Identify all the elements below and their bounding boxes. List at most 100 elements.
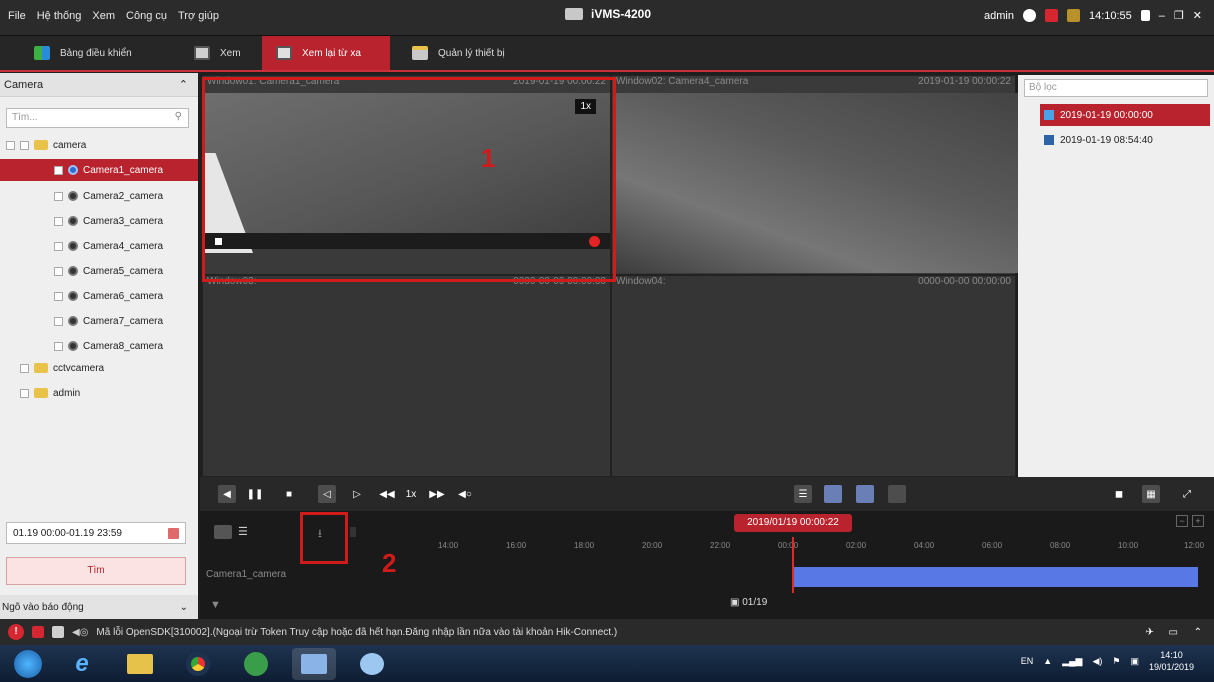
filter-input[interactable]: Bộ lọc bbox=[1024, 79, 1208, 97]
user-name[interactable]: admin bbox=[984, 10, 1014, 22]
tray-arrow-icon[interactable]: ▲ bbox=[1043, 656, 1052, 666]
zoom-out-icon[interactable]: − bbox=[1176, 515, 1188, 527]
tree-folder-cctvcamera[interactable]: cctvcamera bbox=[0, 357, 198, 379]
tray-clock[interactable]: 14:10 19/01/2019 bbox=[1149, 649, 1194, 673]
calendar-icon[interactable] bbox=[168, 527, 179, 539]
step-back-icon[interactable]: ◁ bbox=[318, 485, 336, 503]
recording-segment[interactable] bbox=[792, 567, 1198, 587]
camera-search-input[interactable]: Tìm... ⚲ bbox=[6, 108, 189, 128]
checkbox[interactable] bbox=[54, 241, 63, 251]
tree-camera-4[interactable]: Camera4_camera bbox=[0, 235, 198, 257]
pause-icon[interactable]: ❚❚ bbox=[246, 485, 264, 503]
timeline[interactable]: ☰ ⭳ 2019/01/19 00:00:22 − + 14:00 16:00 … bbox=[200, 511, 1214, 619]
tree-camera-2[interactable]: Camera2_camera bbox=[0, 185, 198, 207]
record-item[interactable]: 2019-01-19 08:54:40 bbox=[1040, 129, 1210, 151]
sidebar-header[interactable]: Camera ⌃ bbox=[0, 73, 198, 97]
signal-icon[interactable]: ▂▄▆ bbox=[1062, 656, 1082, 667]
volume-icon[interactable]: ◀○ bbox=[456, 485, 474, 503]
alarm-icon[interactable] bbox=[1044, 9, 1058, 22]
checkbox[interactable] bbox=[54, 291, 63, 301]
tree-folder-admin[interactable]: admin bbox=[0, 382, 198, 404]
tree-root[interactable]: camera bbox=[0, 134, 198, 156]
taskbar-ivms[interactable] bbox=[292, 648, 336, 680]
bookmark-icon[interactable] bbox=[350, 527, 356, 537]
tree-camera-3[interactable]: Camera3_camera bbox=[0, 210, 198, 232]
video-window-4[interactable]: Window04: 0000-00-00 00:00:00 bbox=[611, 275, 1016, 477]
reverse-icon[interactable]: ◀ bbox=[218, 485, 236, 503]
menu-tools[interactable]: Công cụ bbox=[126, 10, 167, 22]
video-feed[interactable] bbox=[614, 93, 1018, 273]
menu-system[interactable]: Hệ thống bbox=[37, 10, 82, 22]
date-selector[interactable]: ▣ 01/19 bbox=[730, 597, 767, 608]
video-window-2[interactable]: Window02: Camera4_camera 2019-01-19 00:0… bbox=[611, 75, 1018, 275]
taskbar-paint[interactable] bbox=[350, 648, 394, 680]
checkbox[interactable] bbox=[20, 388, 29, 398]
close-icon[interactable]: ✕ bbox=[1193, 9, 1202, 22]
stop-icon[interactable]: ■ bbox=[280, 485, 298, 503]
collapse-icon[interactable]: ⌃ bbox=[1194, 627, 1202, 638]
list-icon[interactable]: ☰ bbox=[794, 485, 812, 503]
window-icon[interactable]: ▭ bbox=[1169, 627, 1178, 638]
filter-icon[interactable]: ▼ bbox=[210, 599, 221, 611]
atm-icon[interactable] bbox=[824, 485, 842, 503]
video-window-3[interactable]: Window03: 0000-00-00 00:00:00 bbox=[202, 275, 611, 477]
pos-icon[interactable] bbox=[856, 485, 874, 503]
pin-icon[interactable]: ✈ bbox=[1146, 627, 1154, 638]
fast-icon[interactable]: ▶▶ bbox=[428, 485, 446, 503]
minimize-icon[interactable]: – bbox=[1159, 10, 1165, 22]
menu-help[interactable]: Trợ giúp bbox=[178, 10, 219, 22]
speaker-icon[interactable]: ◀◎ bbox=[72, 627, 88, 638]
checkbox[interactable] bbox=[54, 341, 63, 351]
tree-camera-8[interactable]: Camera8_camera bbox=[0, 335, 198, 357]
playhead[interactable] bbox=[792, 537, 794, 593]
zoom-in-icon[interactable]: + bbox=[1192, 515, 1204, 527]
image-icon[interactable] bbox=[52, 626, 64, 638]
volume-icon[interactable]: ◀) bbox=[1092, 656, 1102, 667]
taskbar-app[interactable] bbox=[234, 648, 278, 680]
search-icon[interactable]: ⚲ bbox=[175, 111, 182, 122]
tab-dashboard[interactable]: Bảng điều khiển bbox=[20, 36, 146, 70]
tab-device-management[interactable]: Quản lý thiết bị bbox=[398, 36, 519, 70]
checkbox[interactable] bbox=[54, 165, 63, 175]
checkbox[interactable] bbox=[20, 140, 29, 150]
tree-camera-1[interactable]: Camera1_camera bbox=[0, 159, 198, 181]
taskbar-ie[interactable]: e bbox=[60, 648, 104, 680]
menu-file[interactable]: File bbox=[8, 10, 26, 22]
alarm-user-icon[interactable] bbox=[32, 626, 44, 638]
checkbox[interactable] bbox=[54, 316, 63, 326]
tree-camera-5[interactable]: Camera5_camera bbox=[0, 260, 198, 282]
camera-capture-icon[interactable]: ◼ bbox=[1110, 485, 1128, 503]
menu-view[interactable]: Xem bbox=[92, 10, 115, 22]
chevron-up-icon[interactable]: ⌃ bbox=[179, 78, 188, 91]
checkbox[interactable] bbox=[54, 191, 63, 201]
flag-icon[interactable]: ⚑ bbox=[1112, 656, 1120, 667]
layout-icon[interactable]: ▦ bbox=[1142, 485, 1160, 503]
checkbox[interactable] bbox=[54, 266, 63, 276]
tree-camera-6[interactable]: Camera6_camera bbox=[0, 285, 198, 307]
slow-icon[interactable]: ◀◀ bbox=[378, 485, 396, 503]
language-indicator[interactable]: EN bbox=[1021, 656, 1034, 666]
start-button[interactable] bbox=[6, 648, 50, 680]
network-icon[interactable]: ▣ bbox=[1130, 656, 1139, 667]
tab-view[interactable]: Xem bbox=[180, 36, 255, 70]
alarm-input-section[interactable]: Ngõ vào báo động ⌄ bbox=[0, 595, 198, 619]
step-forward-icon[interactable]: ▷ bbox=[348, 485, 366, 503]
taskbar-explorer[interactable] bbox=[118, 648, 162, 680]
restore-icon[interactable]: ❐ bbox=[1174, 9, 1184, 22]
cpu-icon[interactable] bbox=[1066, 9, 1080, 22]
date-range-input[interactable]: 01.19 00:00-01.19 23:59 bbox=[6, 522, 186, 544]
checkbox[interactable] bbox=[54, 216, 63, 226]
tree-camera-7[interactable]: Camera7_camera bbox=[0, 310, 198, 332]
vca-icon[interactable] bbox=[888, 485, 906, 503]
taskbar-chrome[interactable] bbox=[176, 648, 220, 680]
fullscreen-icon[interactable]: ⤢ bbox=[1178, 485, 1196, 503]
checkbox[interactable] bbox=[20, 363, 29, 373]
globe-icon[interactable] bbox=[1022, 9, 1036, 22]
warning-icon[interactable]: ! bbox=[8, 624, 24, 640]
chevron-down-icon[interactable]: ⌄ bbox=[180, 602, 188, 613]
expand-icon[interactable] bbox=[6, 140, 15, 150]
tab-remote-playback[interactable]: Xem lại từ xa bbox=[262, 36, 390, 70]
lock-icon[interactable] bbox=[1140, 10, 1150, 21]
find-button[interactable]: Tìm bbox=[6, 557, 186, 585]
adjust-icon[interactable]: ☰ bbox=[238, 525, 254, 539]
